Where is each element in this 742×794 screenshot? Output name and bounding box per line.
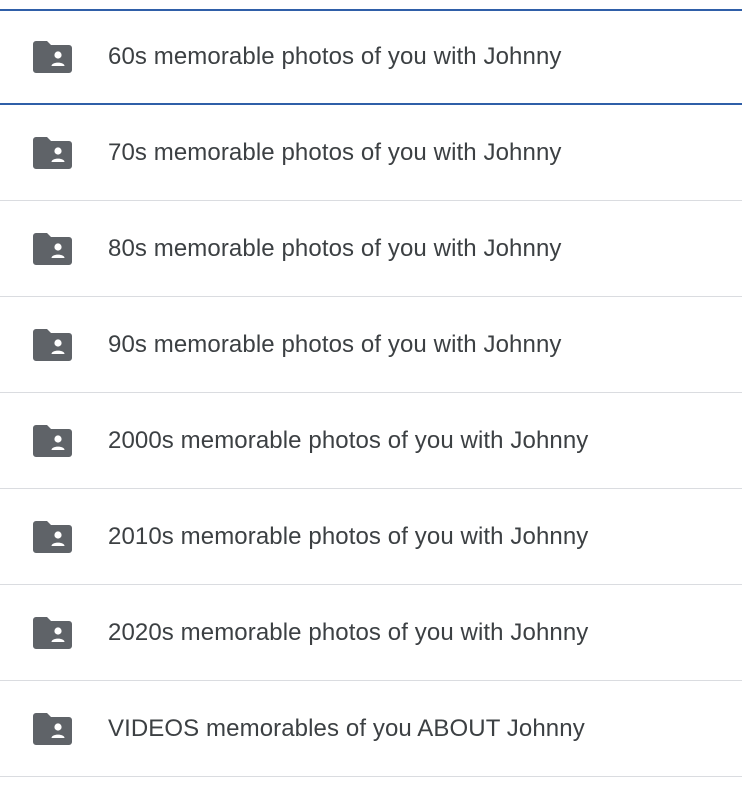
folder-name: 80s memorable photos of you with Johnny [108,234,562,262]
folder-row-90s[interactable]: 90s memorable photos of you with Johnny [0,297,742,393]
folder-name: 60s memorable photos of you with Johnny [108,43,562,70]
folder-name: 2020s memorable photos of you with Johnn… [108,618,589,646]
folder-name: 70s memorable photos of you with Johnny [108,138,562,166]
folder-name: 2010s memorable photos of you with Johnn… [108,522,589,550]
folder-name: VIDEOS memorables of you ABOUT Johnny [108,714,585,742]
shared-folder-icon [32,232,73,266]
shared-folder-icon [32,328,73,362]
folder-row-2010s[interactable]: 2010s memorable photos of you with Johnn… [0,489,742,585]
shared-folder-icon [32,520,73,554]
shared-folder-icon [32,40,73,74]
shared-folder-icon [32,616,73,650]
folder-name: 2000s memorable photos of you with Johnn… [108,426,589,454]
folder-row-2000s[interactable]: 2000s memorable photos of you with Johnn… [0,393,742,489]
folder-row-80s[interactable]: 80s memorable photos of you with Johnny [0,201,742,297]
shared-folder-icon [32,424,73,458]
folder-row-videos[interactable]: VIDEOS memorables of you ABOUT Johnny [0,681,742,777]
shared-folder-icon [32,712,73,746]
folder-row-2020s[interactable]: 2020s memorable photos of you with Johnn… [0,585,742,681]
folder-name: 90s memorable photos of you with Johnny [108,330,562,358]
folder-row-70s[interactable]: 70s memorable photos of you with Johnny [0,105,742,201]
shared-folder-icon [32,136,73,170]
folder-list: 60s memorable photos of you with Johnny … [0,0,742,777]
folder-row-60s[interactable]: 60s memorable photos of you with Johnny [0,9,742,105]
